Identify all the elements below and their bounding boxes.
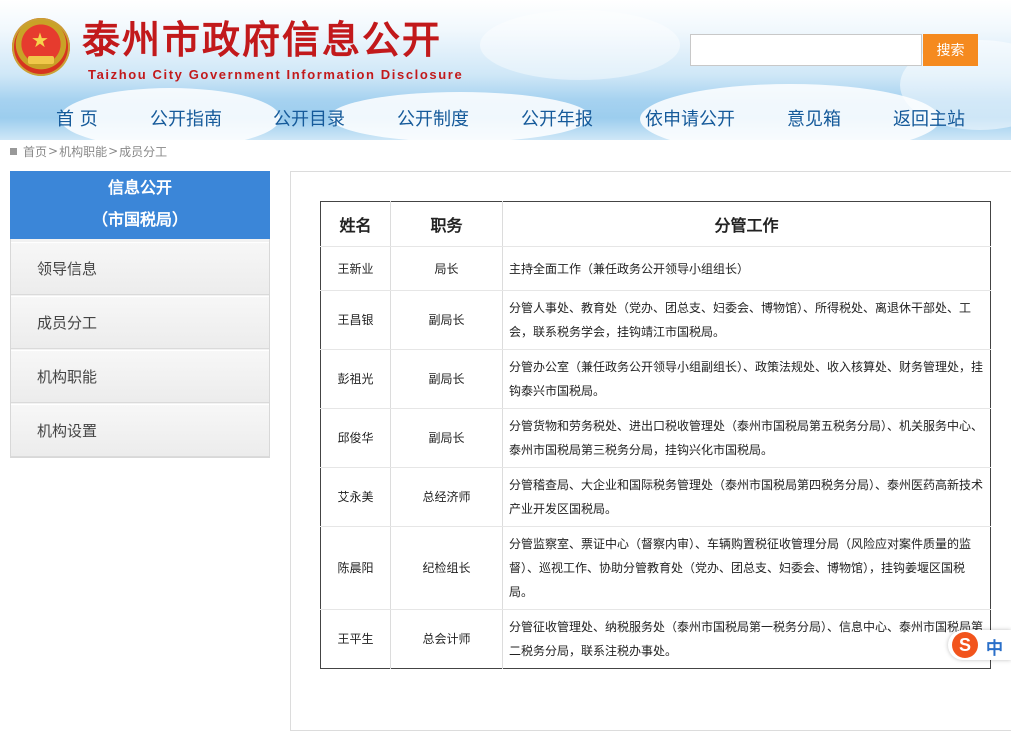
column-header-duty: 分管工作 bbox=[502, 201, 991, 247]
member-duty: 分管征收管理处、纳税服务处（泰州市国税局第一税务分局）、信息中心、泰州市国税局第… bbox=[509, 620, 984, 658]
site-title: 泰州市政府信息公开 bbox=[82, 18, 443, 62]
table-row: 艾永美 总经济师 分管稽查局、大企业和国际税务管理处（泰州市国税局第四税务分局）… bbox=[320, 467, 991, 527]
member-title: 副局长 bbox=[390, 349, 503, 409]
table-row: 王新业 局长 主持全面工作（兼任政务公开领导小组组长） bbox=[320, 246, 991, 291]
member-duty: 主持全面工作（兼任政务公开领导小组组长） bbox=[502, 246, 991, 291]
nav-item-apply[interactable]: 依申请公开 bbox=[645, 105, 735, 131]
sidebar-title: 信息公开 bbox=[107, 178, 172, 197]
cloud-decoration bbox=[480, 10, 680, 80]
sidebar-subtitle: （市国税局） bbox=[91, 210, 188, 229]
sidebar: 信息公开 （市国税局） 领导信息 成员分工 机构职能 机构设置 bbox=[10, 171, 270, 458]
chevron-right-icon: > bbox=[108, 144, 119, 158]
member-title: 总会计师 bbox=[390, 609, 503, 669]
sidebar-item-leaders[interactable]: 领导信息 bbox=[11, 242, 269, 295]
breadcrumb: 首页 > 机构职能 > 成员分工 bbox=[10, 142, 167, 160]
member-title: 副局长 bbox=[390, 290, 503, 350]
table-row: 陈晨阳 纪检组长 分管监察室、票证中心（督察内审）、车辆购置税征收管理分局（风险… bbox=[320, 526, 991, 610]
emblem-base bbox=[28, 56, 54, 64]
table-row: 王昌银 副局长 分管人事处、教育处（党办、团总支、妇委会、博物馆）、所得税处、离… bbox=[320, 290, 991, 350]
ime-mode-indicator[interactable]: 中 bbox=[986, 634, 1003, 659]
member-duty: 分管办公室（兼任政务公开领导小组副组长）、政策法规处、收入核算处、财务管理处，挂… bbox=[502, 349, 991, 409]
sidebar-item-division[interactable]: 成员分工 bbox=[11, 296, 269, 349]
sogou-logo-icon: S bbox=[952, 632, 978, 658]
main-nav: 首 页 公开指南 公开目录 公开制度 公开年报 依申请公开 意见箱 返回主站 bbox=[0, 98, 1011, 136]
member-name: 王昌银 bbox=[320, 290, 391, 350]
sidebar-header: 信息公开 （市国税局） bbox=[10, 171, 270, 239]
chevron-right-icon: > bbox=[48, 144, 59, 158]
table-row: 王平生 总会计师 分管征收管理处、纳税服务处（泰州市国税局第一税务分局）、信息中… bbox=[320, 609, 991, 669]
member-title: 局长 bbox=[390, 246, 503, 291]
column-header-name: 姓名 bbox=[320, 201, 391, 247]
member-name: 邱俊华 bbox=[320, 408, 391, 468]
search-input[interactable] bbox=[690, 34, 922, 66]
member-title: 副局长 bbox=[390, 408, 503, 468]
nav-item-home[interactable]: 首 页 bbox=[56, 105, 98, 131]
nav-item-guide[interactable]: 公开指南 bbox=[150, 105, 222, 131]
member-title: 纪检组长 bbox=[390, 526, 503, 610]
breadcrumb-home[interactable]: 首页 bbox=[23, 143, 47, 160]
member-name: 彭祖光 bbox=[320, 349, 391, 409]
national-emblem-icon: ★ bbox=[12, 18, 70, 76]
member-duty: 分管稽查局、大企业和国际税务管理处（泰州市国税局第四税务分局）、泰州医药高新技术… bbox=[502, 467, 991, 527]
member-name: 王新业 bbox=[320, 246, 391, 291]
member-duty-table: 姓名 职务 分管工作 王新业 局长 主持全面工作（兼任政务公开领导小组组长） 王… bbox=[320, 201, 991, 669]
member-duty: 分管监察室、票证中心（督察内审）、车辆购置税征收管理分局（风险应对案件质量的监督… bbox=[502, 526, 991, 610]
sidebar-item-setup[interactable]: 机构设置 bbox=[11, 404, 269, 457]
nav-item-main-site[interactable]: 返回主站 bbox=[893, 105, 965, 131]
table-row: 彭祖光 副局长 分管办公室（兼任政务公开领导小组副组长）、政策法规处、收入核算处… bbox=[320, 349, 991, 409]
nav-item-feedback[interactable]: 意见箱 bbox=[787, 105, 841, 131]
nav-item-catalog[interactable]: 公开目录 bbox=[273, 105, 345, 131]
site-subtitle: Taizhou City Government Information Disc… bbox=[88, 67, 464, 82]
table-row: 邱俊华 副局长 分管货物和劳务税处、进出口税收管理处（泰州市国税局第五税务分局）… bbox=[320, 408, 991, 468]
square-bullet-icon bbox=[10, 147, 17, 155]
column-header-title: 职务 bbox=[390, 201, 503, 247]
member-duty: 分管货物和劳务税处、进出口税收管理处（泰州市国税局第五税务分局）、机关服务中心、… bbox=[502, 408, 991, 468]
member-name: 王平生 bbox=[320, 609, 391, 669]
sidebar-item-functions[interactable]: 机构职能 bbox=[11, 350, 269, 403]
breadcrumb-current: 成员分工 bbox=[119, 144, 168, 159]
table-header-row: 姓名 职务 分管工作 bbox=[320, 201, 991, 247]
nav-item-system[interactable]: 公开制度 bbox=[397, 105, 469, 131]
nav-item-annual-report[interactable]: 公开年报 bbox=[521, 105, 593, 131]
member-name: 艾永美 bbox=[320, 467, 391, 527]
star-icon: ★ bbox=[31, 28, 49, 52]
search-button[interactable]: 搜索 bbox=[923, 34, 978, 66]
member-duty: 分管人事处、教育处（党办、团总支、妇委会、博物馆）、所得税处、离退休干部处、工会… bbox=[502, 290, 991, 350]
member-title: 总经济师 bbox=[390, 467, 503, 527]
ime-toolbar[interactable]: S 中 bbox=[948, 630, 1011, 660]
breadcrumb-functions[interactable]: 机构职能 bbox=[59, 143, 107, 160]
member-name: 陈晨阳 bbox=[320, 526, 391, 610]
site-header: ★ 泰州市政府信息公开 Taizhou City Government Info… bbox=[0, 0, 1011, 140]
